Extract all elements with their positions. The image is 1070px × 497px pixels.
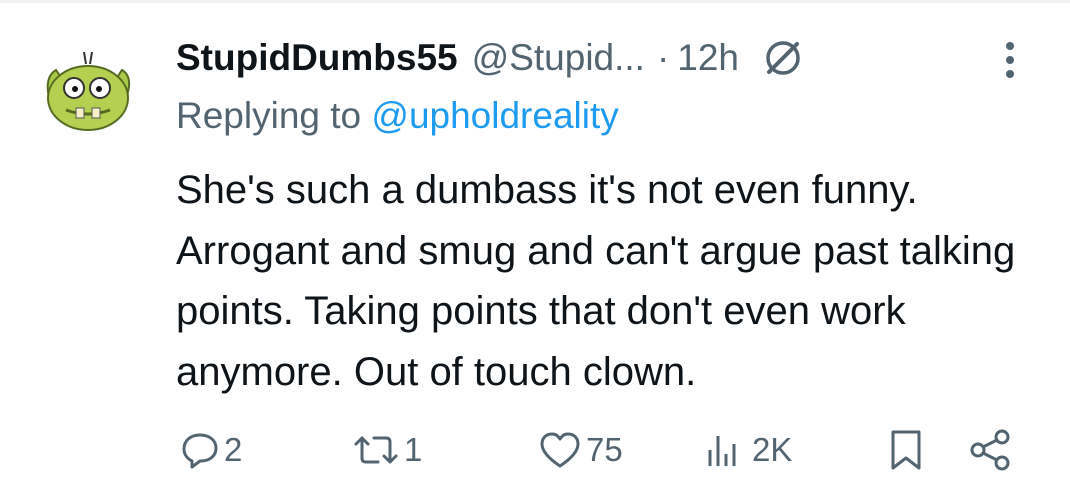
more-icon[interactable] [998,38,1022,82]
repost-count: 1 [404,431,423,468]
author-handle[interactable]: @Stupid... [472,37,645,79]
post-header: StupidDumbs55 @Stupid... · 12h [176,32,805,84]
reply-button[interactable]: 2 [180,420,242,480]
replying-to-link[interactable]: @upholdreality [371,95,618,136]
bookmark-icon [891,430,921,470]
share-icon [970,429,1010,471]
bookmark-button[interactable] [886,420,926,480]
repost-icon [354,436,398,464]
repost-button[interactable]: 1 [352,420,422,480]
like-button[interactable]: 75 [538,420,623,480]
separator: · [656,37,670,78]
views-icon [708,436,736,466]
timestamp[interactable]: 12h [677,37,739,79]
replying-to-line: Replying to @upholdreality [176,95,619,137]
reply-count: 2 [224,431,243,468]
avatar[interactable] [36,42,140,146]
divider [0,0,1070,3]
views-button[interactable]: 2K [704,420,792,480]
like-count: 75 [586,431,623,468]
post-text: She's such a dumbass it's not even funny… [176,168,1016,394]
reply-icon [182,433,218,469]
author-name[interactable]: StupidDumbs55 [176,37,458,79]
action-bar: 2 1 75 2K [0,420,1070,480]
views-count: 2K [752,431,793,468]
replying-prefix: Replying to [176,95,372,136]
grok-icon[interactable] [761,36,805,80]
share-button[interactable] [966,420,1014,480]
like-icon [540,432,580,468]
